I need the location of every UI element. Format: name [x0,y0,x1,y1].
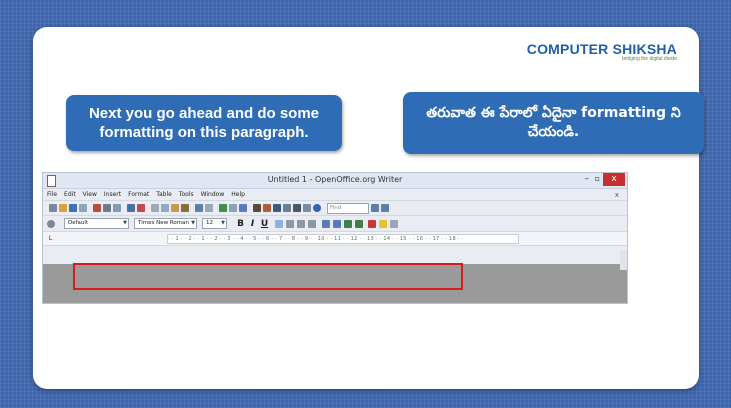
preview-icon[interactable] [113,204,121,212]
chevron-down-icon: ▼ [221,220,225,226]
pdf-icon[interactable] [93,204,101,212]
data-sources-icon[interactable] [283,204,291,212]
paragraph-style-value: Default [68,220,89,226]
window-titlebar: Untitled 1 - OpenOffice.org Writer – ▫ x [43,173,627,189]
save-icon[interactable] [69,204,77,212]
redo-icon[interactable] [205,204,213,212]
decrease-indent-icon[interactable] [344,219,352,228]
logo-text: COMPUTER SHIKSHA [526,41,677,57]
autospell-icon[interactable] [137,204,145,212]
table-icon[interactable] [229,204,237,212]
cut-icon[interactable] [151,204,159,212]
font-color-icon[interactable] [368,219,376,228]
align-left-icon[interactable] [275,219,283,228]
spellcheck-icon[interactable] [127,204,135,212]
open-icon[interactable] [59,204,67,212]
menu-file[interactable]: File [47,191,57,198]
ruler-row: L · · 1 · · 2 · · 1 · · 2 · · 3 · · 4 · … [43,231,627,246]
clone-icon[interactable] [181,204,189,212]
increase-indent-icon[interactable] [355,219,363,228]
new-document-icon[interactable] [49,204,57,212]
paste-icon[interactable] [171,204,179,212]
help-icon[interactable] [313,204,321,212]
menu-format[interactable]: Format [128,191,149,198]
menu-tools[interactable]: Tools [179,191,194,198]
font-size-select[interactable]: 12 ▼ [202,218,227,229]
menu-table[interactable]: Table [156,191,172,198]
english-instruction-callout: Next you go ahead and do some formatting… [66,95,342,151]
close-document-icon[interactable]: x [615,191,619,199]
align-center-icon[interactable] [286,219,294,228]
menu-view[interactable]: View [83,191,97,198]
menu-insert[interactable]: Insert [104,191,121,198]
chevron-down-icon: ▼ [123,220,127,226]
gallery-icon[interactable] [273,204,281,212]
bullets-icon[interactable] [333,219,341,228]
highlighting-icon[interactable] [379,219,387,228]
copy-icon[interactable] [161,204,169,212]
background-color-icon[interactable] [390,219,398,228]
standard-toolbar: Find [43,201,627,216]
find-previous-icon[interactable] [381,204,389,212]
numbering-icon[interactable] [322,219,330,228]
english-instruction-text: Next you go ahead and do some formatting… [88,105,320,141]
align-right-icon[interactable] [297,219,305,228]
underline-button[interactable]: U [260,219,269,229]
window-title: Untitled 1 - OpenOffice.org Writer [267,175,403,184]
telugu-instruction-text: తరువాత ఈ పేరాలో ఏదైనా formatting ని చేయం… [426,105,681,140]
telugu-instruction-callout: తరువాత ఈ పేరాలో ఏదైనా formatting ని చేయం… [403,92,704,154]
tab-stop-icon[interactable]: L [46,235,55,242]
close-icon[interactable]: x [603,173,625,186]
zoom-icon[interactable] [303,204,311,212]
show-draw-icon[interactable] [239,204,247,212]
menu-bar: File Edit View Insert Format Table Tools… [43,189,627,201]
email-icon[interactable] [79,204,87,212]
minimize-icon[interactable]: – [585,174,590,184]
maximize-icon[interactable]: ▫ [595,174,600,183]
font-name-value: Times New Roman [138,220,189,226]
font-name-select[interactable]: Times New Roman ▼ [134,218,197,229]
print-icon[interactable] [103,204,111,212]
formatting-marks-icon[interactable] [293,204,301,212]
find-next-icon[interactable] [371,204,379,212]
paragraph-style-select[interactable]: Default ▼ [64,218,129,229]
bold-button[interactable]: B [236,219,245,229]
navigator-icon[interactable] [263,204,271,212]
undo-icon[interactable] [195,204,203,212]
italic-button[interactable]: I [248,219,257,229]
horizontal-ruler[interactable]: · · 1 · · 2 · · 1 · · 2 · · 3 · · 4 · · … [167,233,519,244]
formatting-toolbar: Default ▼ Times New Roman ▼ 12 ▼ B I U [43,216,627,231]
menu-edit[interactable]: Edit [64,191,76,198]
justify-icon[interactable] [308,219,316,228]
font-size-value: 12 [206,220,213,226]
find-replace-icon[interactable] [253,204,261,212]
computer-shiksha-logo: COMPUTER SHIKSHA bridging the digital di… [527,41,677,62]
chevron-down-icon: ▼ [191,220,195,226]
menu-help[interactable]: Help [231,191,245,198]
hyperlink-icon[interactable] [219,204,227,212]
menu-window[interactable]: Window [201,191,225,198]
find-input[interactable]: Find [327,202,369,214]
vertical-scrollbar[interactable] [620,250,627,270]
formatting-toolbar-highlight [73,263,463,290]
styles-formatting-icon[interactable] [47,219,55,228]
